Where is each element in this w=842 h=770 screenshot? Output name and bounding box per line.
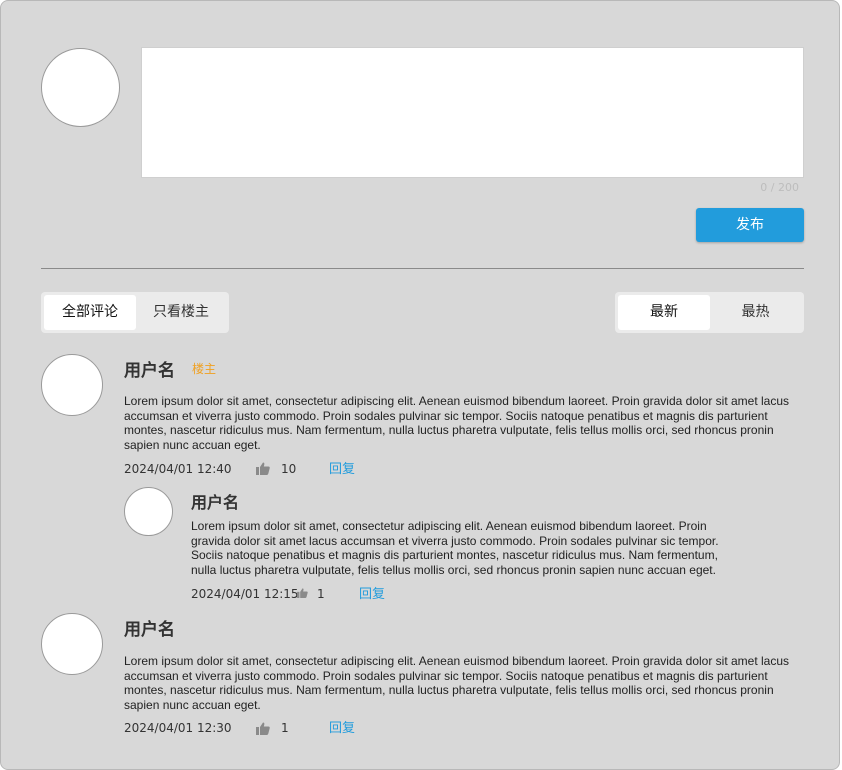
like-count: 1 <box>281 721 289 735</box>
reply-username: 用户名 <box>191 493 240 512</box>
like-icon[interactable] <box>297 588 308 598</box>
reply-content: Lorem ipsum dolor sit amet, consectetur … <box>191 519 719 577</box>
sort-tabs: 最新 最热 <box>615 292 804 333</box>
comment-time: 2024/04/01 12:40 <box>124 462 232 476</box>
comment-username: 用户名 <box>124 361 175 381</box>
filter-tabs: 全部评论 只看楼主 <box>41 292 229 333</box>
comment-username: 用户名 <box>124 620 175 640</box>
like-icon[interactable] <box>256 722 270 735</box>
reply-avatar <box>124 487 173 536</box>
char-counter: 0 / 200 <box>760 181 799 194</box>
comment-avatar <box>41 354 103 416</box>
like-count: 10 <box>281 462 297 476</box>
tab-all-comments[interactable]: 全部评论 <box>44 295 136 330</box>
reply-button[interactable]: 回复 <box>329 720 355 738</box>
comment-time: 2024/04/01 12:30 <box>124 721 232 735</box>
section-divider <box>41 268 804 269</box>
publish-button[interactable]: 发布 <box>696 208 804 242</box>
tab-hottest[interactable]: 最热 <box>710 295 801 330</box>
comment-content: Lorem ipsum dolor sit amet, consectetur … <box>124 394 790 452</box>
owner-badge: 楼主 <box>192 362 217 376</box>
comment-input[interactable] <box>141 47 804 178</box>
comment-content: Lorem ipsum dolor sit amet, consectetur … <box>124 654 790 712</box>
comment-avatar <box>41 613 103 675</box>
reply-time: 2024/04/01 12:15 <box>191 587 299 601</box>
like-count: 1 <box>317 587 325 601</box>
reply-button[interactable]: 回复 <box>329 461 355 479</box>
tab-newest[interactable]: 最新 <box>618 295 710 330</box>
reply-button[interactable]: 回复 <box>359 586 385 604</box>
current-user-avatar <box>41 48 120 127</box>
tab-owner-only[interactable]: 只看楼主 <box>136 295 226 330</box>
comment-panel: 0 / 200 发布 全部评论 只看楼主 最新 最热 用户名 楼主 Lorem … <box>0 0 840 770</box>
like-icon[interactable] <box>256 462 270 475</box>
